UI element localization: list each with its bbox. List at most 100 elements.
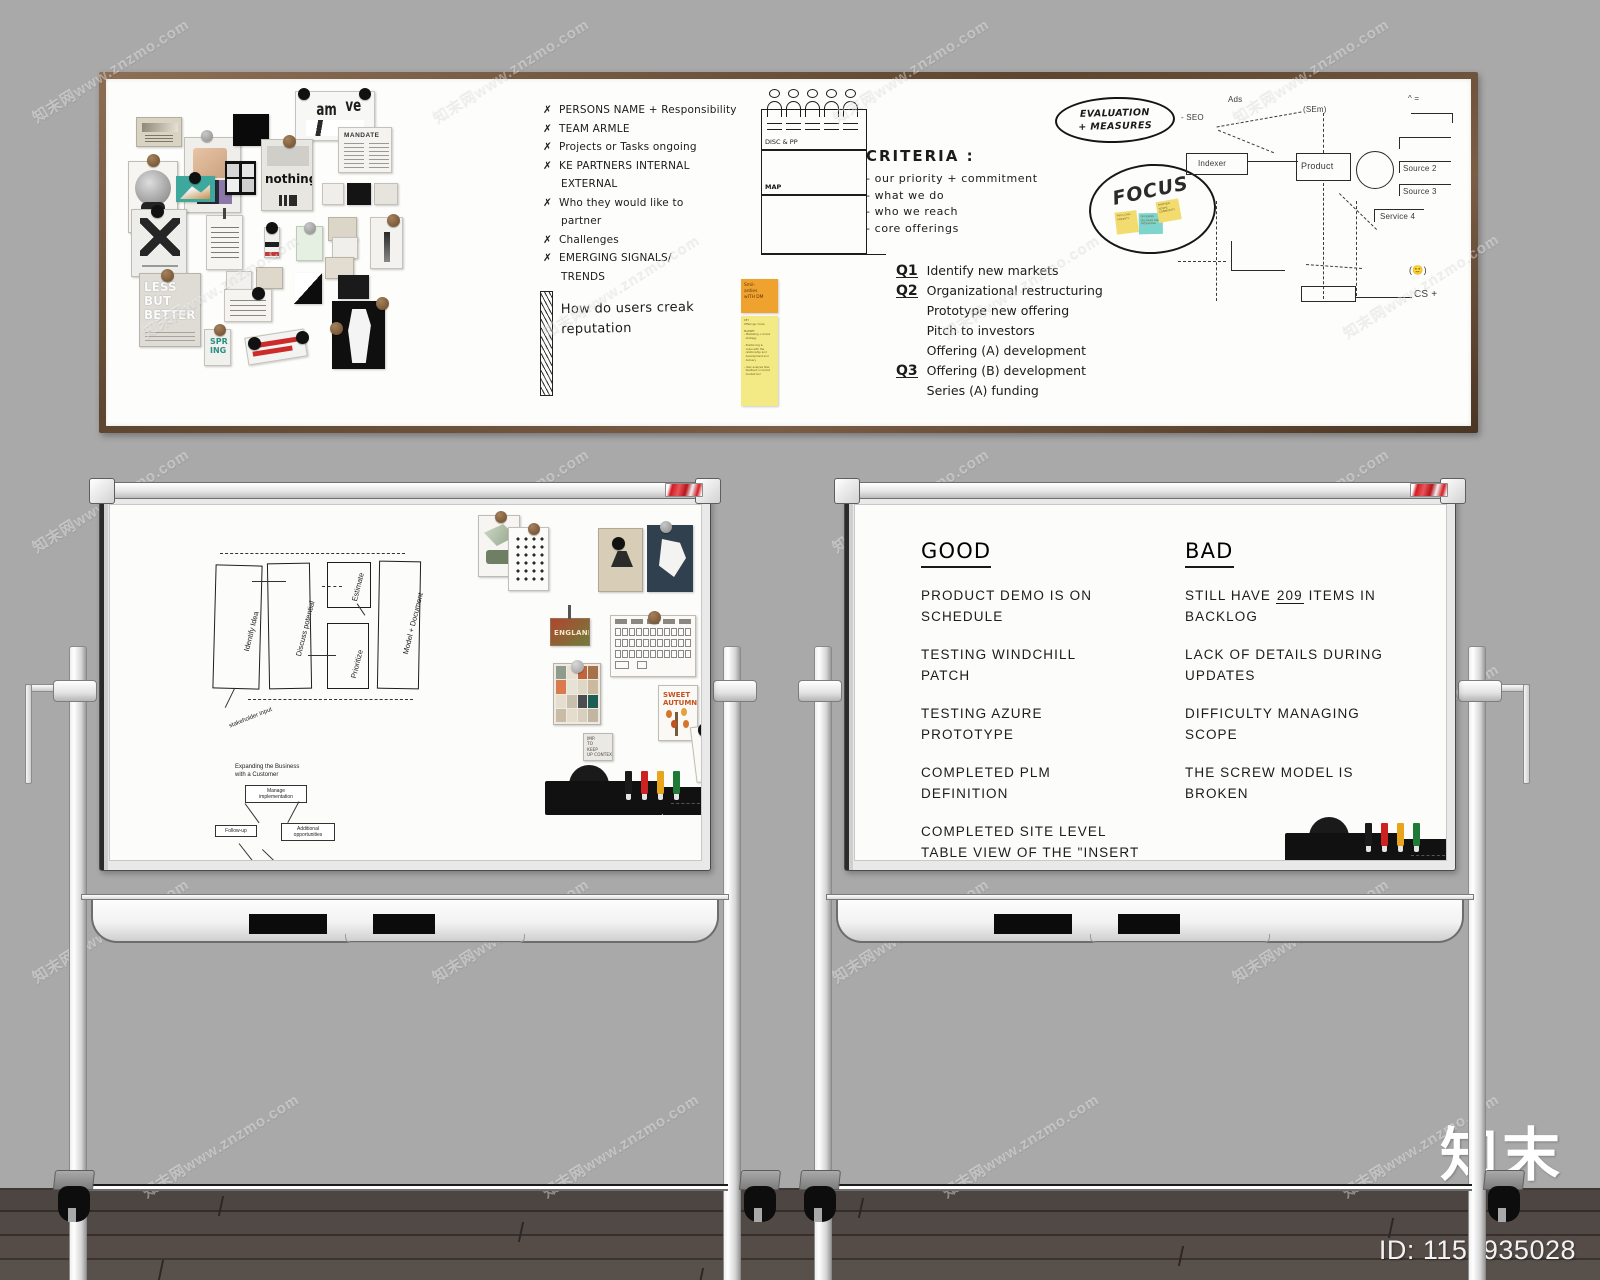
status-item: PRODUCT DEMO IS ON SCHEDULE bbox=[921, 585, 1171, 627]
magnet[interactable] bbox=[189, 172, 201, 184]
board-writing-surface[interactable]: GOOD PRODUCT DEMO IS ON SCHEDULE TESTING WI… bbox=[854, 504, 1447, 861]
magnet[interactable] bbox=[660, 521, 672, 533]
magnet[interactable] bbox=[376, 297, 389, 310]
collage-nothing-poster: nothing bbox=[261, 139, 313, 211]
board-frame: GOOD PRODUCT DEMO IS ON SCHEDULE TESTING WI… bbox=[844, 496, 1456, 871]
arch-label-source2: Source 2 bbox=[1403, 164, 1437, 173]
status-line: TABLE VIEW OF THE "INSERT bbox=[921, 845, 1140, 860]
system-architecture-sketch: Ads - SEO (SEm) Product Indexer Source 2… bbox=[1156, 91, 1471, 391]
magnet[interactable] bbox=[359, 88, 371, 100]
magnet[interactable] bbox=[296, 331, 309, 344]
magnet[interactable] bbox=[298, 88, 310, 100]
caster-wheel[interactable] bbox=[52, 1170, 96, 1222]
tray-block bbox=[249, 914, 327, 934]
pin-needle bbox=[223, 208, 226, 219]
green-marker[interactable] bbox=[673, 771, 680, 800]
status-item: COMPLETED PLM DEFINITION bbox=[921, 762, 1171, 804]
magnet[interactable] bbox=[304, 222, 316, 234]
status-item: STILL HAVE 209 ITEMS IN BACKLOG bbox=[1185, 585, 1435, 627]
pivot-knob-left[interactable] bbox=[798, 680, 842, 702]
arch-label-cs: CS + bbox=[1414, 289, 1438, 300]
tray-top-bar bbox=[826, 894, 1474, 900]
green-marker[interactable] bbox=[1413, 823, 1420, 852]
magnet[interactable] bbox=[214, 324, 226, 336]
status-line: UPDATES bbox=[1185, 668, 1256, 683]
status-line: LACK OF DETAILS DURING bbox=[1185, 647, 1383, 662]
quarter-line: Offering (A) development bbox=[926, 343, 1086, 358]
persona-bullet: ✗ Who they would like to bbox=[543, 194, 737, 213]
quarter-line: Organizational restructuring bbox=[926, 283, 1103, 298]
quarterly-roadmap: Q1 Identify new markets Q2 Organizational r… bbox=[896, 261, 1103, 401]
wall-mounted-whiteboard[interactable]: am ve MANDATE nothing LESS BUT BETTER SP… bbox=[99, 72, 1478, 433]
height-rod-right[interactable] bbox=[1523, 684, 1530, 784]
magnet[interactable] bbox=[612, 537, 625, 550]
magnet[interactable] bbox=[151, 205, 164, 218]
pivot-knob-left[interactable] bbox=[53, 680, 97, 702]
status-line: BROKEN bbox=[1185, 786, 1249, 801]
board-top-rail bbox=[838, 482, 1462, 499]
magnet[interactable] bbox=[330, 322, 343, 335]
yellow-sticky-text: KEY Offerings / tools MARKET - Marketing… bbox=[744, 319, 771, 376]
height-rod-left[interactable] bbox=[25, 684, 32, 784]
board-top-rail bbox=[93, 482, 717, 499]
collage-bw-photo-strip bbox=[225, 161, 256, 195]
magnet[interactable] bbox=[201, 130, 213, 142]
orange-marker[interactable] bbox=[657, 771, 664, 800]
persona-bullet: ✗ TEAM ARMLE bbox=[543, 120, 737, 139]
status-line: STILL HAVE 209 ITEMS IN bbox=[1185, 588, 1376, 604]
bullet-marker-icon: ✗ bbox=[543, 196, 552, 209]
sales-title: Expanding the Business with a Customer bbox=[235, 764, 300, 778]
magnet[interactable] bbox=[266, 222, 278, 234]
pin-needle bbox=[568, 605, 571, 619]
bad-column: BAD STILL HAVE 209 ITEMS IN BACKLOG LACK OF… bbox=[1185, 539, 1435, 804]
collage-black-diagonal bbox=[294, 273, 322, 304]
yellow-sticky-note[interactable]: KEY Offerings / tools MARKET - Marketing… bbox=[741, 316, 778, 406]
black-marker[interactable] bbox=[625, 771, 632, 800]
board-writing-surface[interactable]: Identify Idea Discuss potential Estimate… bbox=[109, 504, 702, 861]
magnet[interactable] bbox=[528, 523, 540, 535]
magnet[interactable] bbox=[161, 269, 174, 282]
status-line: BACKLOG bbox=[1185, 609, 1258, 624]
rail-cap-left bbox=[89, 478, 115, 504]
magnet[interactable] bbox=[648, 611, 661, 624]
magnet[interactable] bbox=[147, 154, 160, 167]
red-marker[interactable] bbox=[1381, 823, 1388, 852]
orange-sticky-note[interactable]: Smil- anties wITH DM bbox=[741, 279, 778, 313]
black-marker[interactable] bbox=[1365, 823, 1372, 852]
status-line: DEFINITION bbox=[921, 786, 1009, 801]
focus-sticky-1[interactable]: Part 1 CALL PRIORITY bbox=[1114, 210, 1139, 235]
caster-wheel[interactable] bbox=[1482, 1170, 1526, 1222]
tray-block bbox=[994, 914, 1072, 934]
red-marker[interactable] bbox=[641, 771, 648, 800]
pivot-knob-right[interactable] bbox=[1458, 680, 1502, 702]
orange-sticky-text: Smil- anties wITH DM bbox=[744, 283, 764, 300]
quarter-line: Pitch to investors bbox=[926, 323, 1035, 338]
sweet-autumn-label: SWEET AUTUMN bbox=[663, 691, 698, 707]
tray-block bbox=[373, 914, 435, 934]
flow-node-3 bbox=[327, 562, 371, 608]
bullet-marker-icon: ✗ bbox=[543, 141, 552, 153]
brand-logo-tag bbox=[1410, 483, 1448, 497]
bullet-marker-icon: ✗ bbox=[543, 122, 552, 135]
bullet-text: KE PARTNERS INTERNAL bbox=[559, 159, 690, 172]
magnet[interactable] bbox=[495, 511, 507, 523]
status-line: SCHEDULE bbox=[921, 609, 1004, 624]
caster-wheel[interactable] bbox=[738, 1170, 782, 1222]
orange-marker[interactable] bbox=[1397, 823, 1404, 852]
england-label: ENGLAND bbox=[554, 629, 589, 637]
magnet[interactable] bbox=[387, 214, 400, 227]
status-item: LACK OF DETAILS DURING UPDATES bbox=[1185, 644, 1435, 686]
magnet[interactable] bbox=[248, 337, 261, 350]
bullet-text: Projects or Tasks ongoing bbox=[559, 141, 697, 153]
sales-node-opportunities: Additional opportunities bbox=[281, 823, 335, 841]
caster-wheel[interactable] bbox=[798, 1170, 842, 1222]
magnet[interactable] bbox=[571, 660, 584, 673]
arch-label-source3: Source 3 bbox=[1403, 187, 1437, 196]
pivot-knob-right[interactable] bbox=[713, 680, 757, 702]
bullet-marker-icon: ✗ bbox=[543, 252, 552, 264]
criteria-item: - our priority + commitment bbox=[866, 172, 1038, 185]
wall-board-surface: am ve MANDATE nothing LESS BUT BETTER SP… bbox=[106, 79, 1471, 426]
criteria-item: - who we reach bbox=[866, 205, 959, 218]
magnet[interactable] bbox=[252, 287, 265, 300]
magnet[interactable] bbox=[283, 135, 296, 148]
